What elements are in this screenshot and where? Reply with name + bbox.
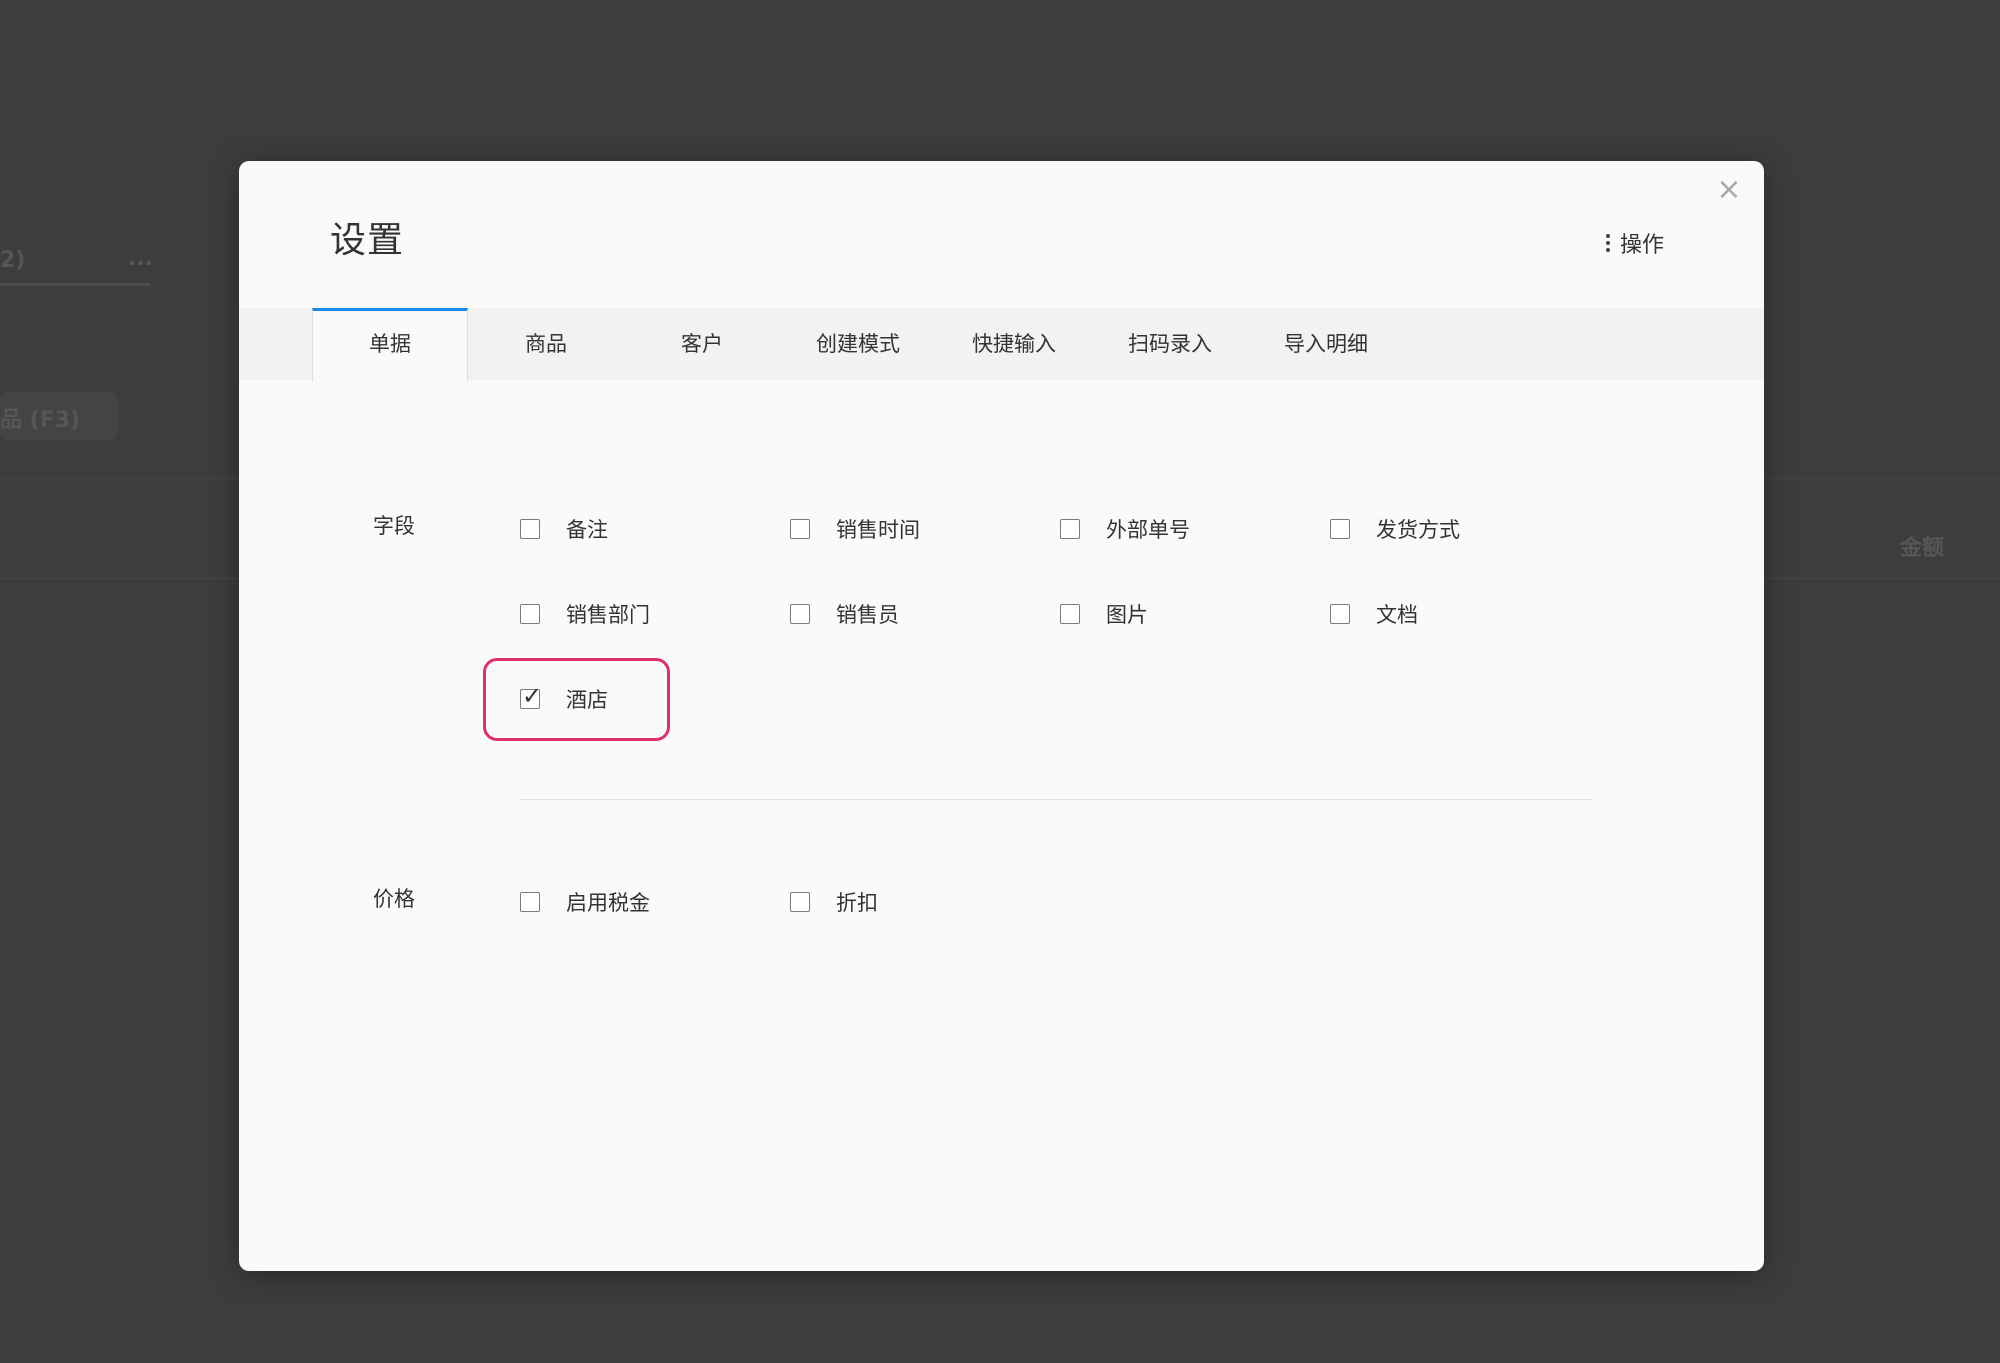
actions-label: 操作 [1619,233,1664,258]
tab-customers[interactable]: 客户 [624,308,780,380]
checkbox-salesperson[interactable]: 销售员 [790,599,899,629]
checkbox-external-order-no[interactable]: 外部单号 [1060,514,1190,544]
checkbox-box-checked[interactable]: ✓ [520,684,542,709]
checkbox-box[interactable] [520,519,540,539]
checkbox-box[interactable] [520,892,540,912]
checkbox-box[interactable] [1330,519,1350,539]
background-text: 2) [0,248,26,273]
checkbox-label: 销售员 [836,603,899,627]
tab-create-mode[interactable]: 创建模式 [780,308,936,380]
fields-section-label: 字段 [373,514,415,538]
more-vertical-icon [1605,234,1610,252]
checkbox-document[interactable]: 文档 [1330,599,1418,629]
checkbox-discount[interactable]: 折扣 [790,887,878,917]
checkbox-box[interactable] [790,604,810,624]
background-text: 金额 [1900,536,1945,561]
price-section-label: 价格 [373,887,415,911]
checkbox-box[interactable] [1060,519,1080,539]
settings-dialog: × 设置 操作 单据 商品 客户 创建模式 快捷输入 扫码录入 导入明细 字段 … [239,161,1764,1271]
tab-documents[interactable]: 单据 [312,308,468,382]
checkbox-label: 图片 [1106,603,1148,627]
checkbox-remark[interactable]: 备注 [520,514,608,544]
checkbox-label: 折扣 [836,891,878,915]
checkbox-shipping-method[interactable]: 发货方式 [1330,514,1460,544]
section-divider [520,799,1592,800]
checkbox-label: 酒店 [566,688,608,712]
tab-scan-entry[interactable]: 扫码录入 [1092,308,1248,380]
checkbox-label: 发货方式 [1376,518,1460,542]
checkbox-sales-department[interactable]: 销售部门 [520,599,650,629]
dialog-title: 设置 [330,220,405,261]
tab-bar: 单据 商品 客户 创建模式 快捷输入 扫码录入 导入明细 [239,308,1764,382]
checkbox-box[interactable] [1060,604,1080,624]
checkbox-label: 销售时间 [836,518,920,542]
checkbox-image[interactable]: 图片 [1060,599,1148,629]
checkmark-icon: ✓ [522,682,543,710]
checkbox-label: 外部单号 [1106,518,1190,542]
checkbox-label: 备注 [566,518,608,542]
checkbox-label: 启用税金 [566,891,650,915]
background-text: ... [128,246,154,271]
checkbox-label: 销售部门 [566,603,650,627]
checkbox-enable-tax[interactable]: 启用税金 [520,887,650,917]
background-underline [0,283,150,286]
close-icon[interactable]: × [1714,175,1744,205]
checkbox-box[interactable] [790,519,810,539]
background-text: 品 (F3) [0,408,81,433]
checkbox-box[interactable] [790,892,810,912]
checkbox-label: 文档 [1376,603,1418,627]
checkbox-sale-time[interactable]: 销售时间 [790,514,920,544]
checkbox-hotel[interactable]: ✓ 酒店 [520,684,608,714]
checkbox-box[interactable] [1330,604,1350,624]
actions-menu-button[interactable]: 操作 [1605,227,1664,259]
tab-import-details[interactable]: 导入明细 [1248,308,1404,380]
tab-products[interactable]: 商品 [468,308,624,380]
tab-quick-input[interactable]: 快捷输入 [936,308,1092,380]
checkbox-box[interactable] [520,604,540,624]
